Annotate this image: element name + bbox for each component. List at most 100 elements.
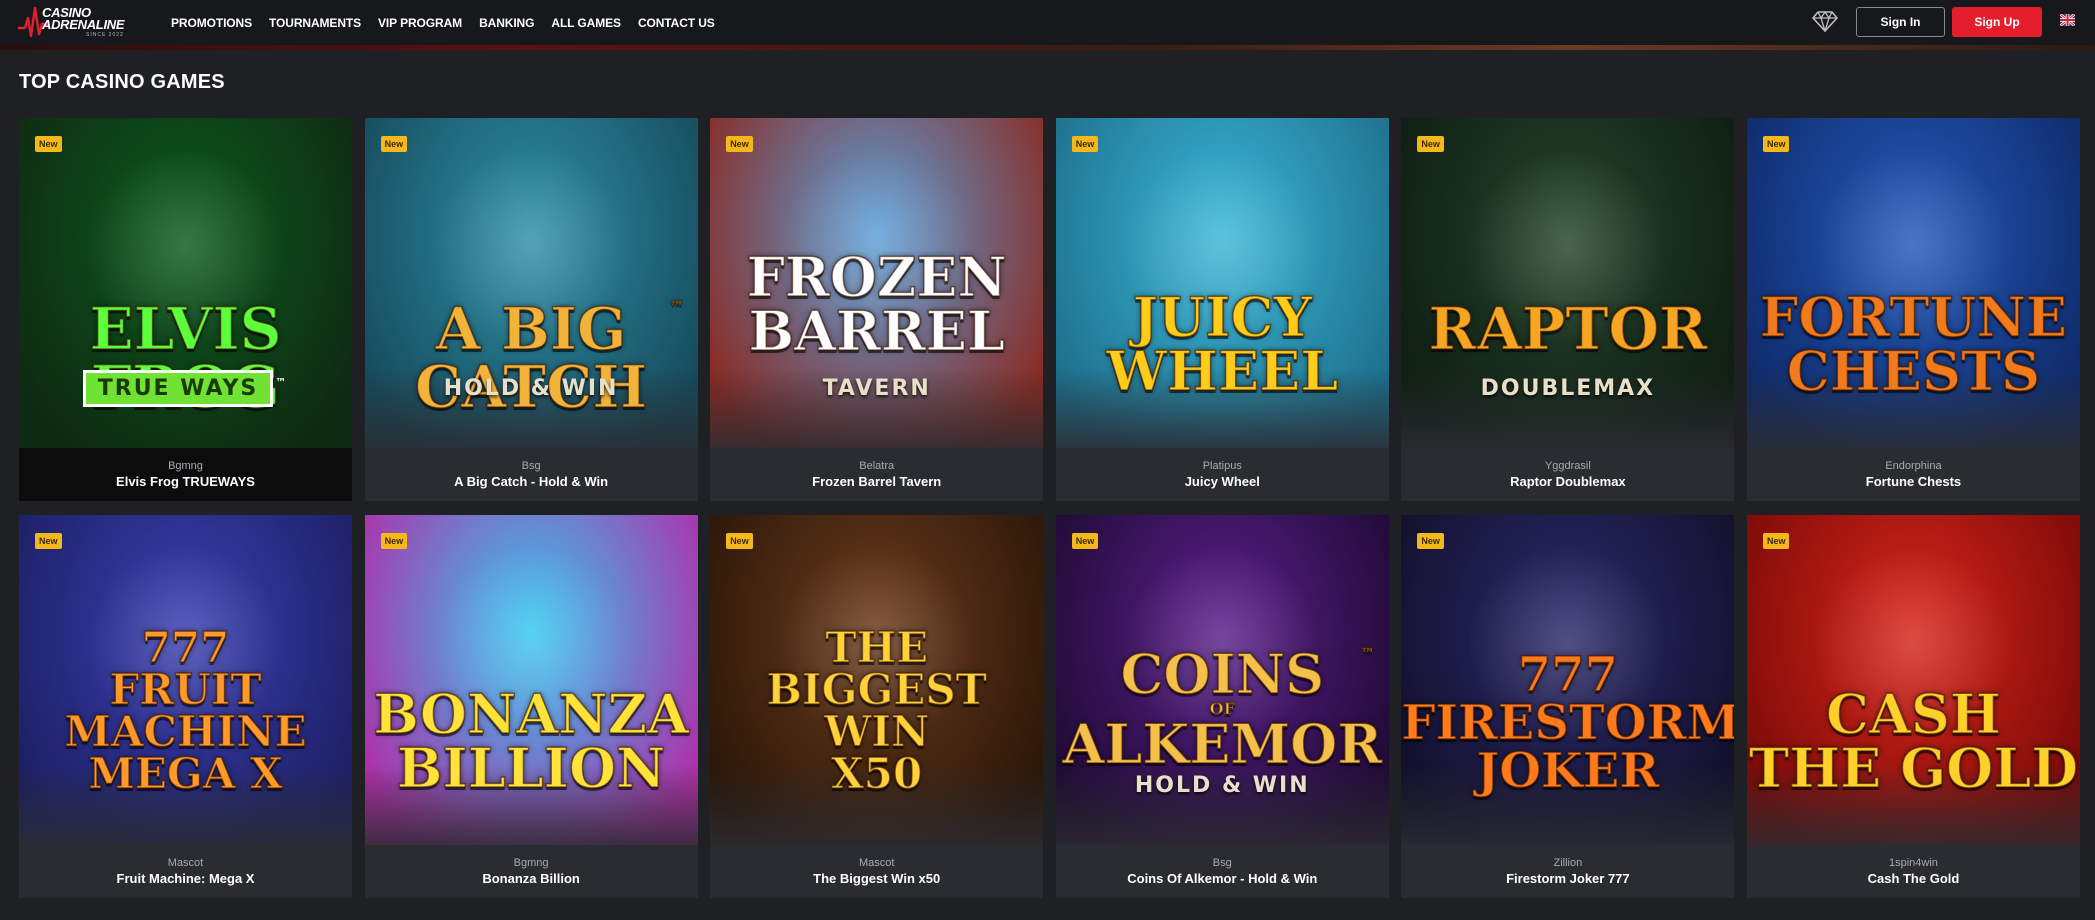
new-badge: New bbox=[1071, 136, 1099, 152]
sign-up-button[interactable]: Sign Up bbox=[1952, 7, 2042, 37]
game-logo-title: FORTUNE CHESTS bbox=[1747, 289, 2080, 399]
game-logo-line: 777 bbox=[1517, 647, 1619, 703]
game-thumbnail[interactable]: A BIG CATCH ™ HOLD & WIN bbox=[364, 118, 698, 448]
game-provider: Bsg bbox=[1212, 857, 1232, 869]
top-header: CASINO ADRENALINE SINCE 2022 PROMOTIONS … bbox=[0, 0, 2095, 45]
game-card-firestorm-joker-777[interactable]: 777 FIRESTORM JOKER New Zillion Firestorm Jok… bbox=[1401, 515, 1735, 898]
trademark-mark: ™ bbox=[669, 299, 685, 315]
logo-text: CASINO ADRENALINE bbox=[42, 5, 125, 32]
game-logo-line: X50 bbox=[830, 749, 923, 798]
game-logo-title: 777 FIRESTORM JOKER bbox=[1401, 647, 1735, 799]
game-logo-line: FRUIT bbox=[109, 665, 263, 714]
game-card-coins-of-alkemor-hold-win[interactable]: COINS OF ALKEMOR ™ HOLD & WIN New Bsg Coins Of … bbox=[1055, 515, 1389, 898]
game-logo-subtitle-text: DOUBLEMAX bbox=[1480, 376, 1656, 401]
game-card-fortune-chests[interactable]: FORTUNE CHESTS New Endorphina Fortune Chests bbox=[1746, 118, 2080, 501]
game-logo-line: MEGA X bbox=[88, 749, 284, 798]
game-thumbnail[interactable]: RAPTOR DOUBLEMAX bbox=[1401, 118, 1735, 448]
game-logo-line: BIGGEST bbox=[766, 665, 988, 714]
game-card-raptor-doublemax[interactable]: RAPTOR DOUBLEMAX New Yggdrasil Raptor Double… bbox=[1401, 118, 1735, 501]
game-name[interactable]: Fruit Machine: Mega X bbox=[19, 871, 352, 886]
nav-banking[interactable]: BANKING bbox=[479, 16, 534, 30]
game-card-frozen-barrel-tavern[interactable]: FROZEN BARREL TAVERN New Belatra Frozen Barre… bbox=[710, 118, 1044, 501]
game-logo-line: MACHINE bbox=[64, 707, 308, 756]
game-name[interactable]: Firestorm Joker 777 bbox=[1401, 871, 1734, 886]
game-name[interactable]: Frozen Barrel Tavern bbox=[710, 474, 1043, 489]
uk-flag-icon[interactable] bbox=[2060, 14, 2075, 26]
game-name[interactable]: The Biggest Win x50 bbox=[710, 871, 1043, 886]
new-badge: New bbox=[380, 136, 408, 152]
game-card-bonanza-billion[interactable]: BONANZA BILLION New Bgmng Bonanza Billion bbox=[364, 515, 698, 898]
game-name[interactable]: Raptor Doublemax bbox=[1401, 474, 1734, 489]
game-card-the-biggest-win-x50[interactable]: THE BIGGEST WIN X50 New Mascot The Biggest Win… bbox=[710, 515, 1044, 898]
game-provider: Zillion bbox=[1553, 857, 1583, 869]
game-thumbnail[interactable]: THE BIGGEST WIN X50 bbox=[710, 515, 1044, 845]
game-provider: Platipus bbox=[1202, 460, 1242, 472]
game-logo-line: JOKER bbox=[1476, 743, 1660, 799]
game-logo-line: FROZEN bbox=[746, 245, 1008, 309]
game-logo-title: 777 FRUIT MACHINE MEGA X bbox=[19, 626, 352, 798]
new-badge: New bbox=[380, 533, 408, 549]
new-badge: New bbox=[726, 136, 753, 152]
game-logo-line: BONANZA bbox=[373, 682, 690, 746]
game-thumbnail[interactable]: BONANZA BILLION bbox=[364, 515, 698, 845]
game-logo-line: BILLION bbox=[396, 736, 666, 800]
game-provider: Belatra bbox=[859, 460, 895, 472]
nav-vip-program[interactable]: VIP PROGRAM bbox=[378, 16, 462, 30]
nav-contact-us[interactable]: CONTACT US bbox=[638, 16, 715, 30]
trademark-mark: ™ bbox=[275, 376, 289, 389]
diamond-icon[interactable] bbox=[1812, 10, 1838, 32]
game-card-juicy-wheel[interactable]: JUICY WHEEL New Platipus Juicy Wheel bbox=[1055, 118, 1389, 501]
game-provider: Mascot bbox=[858, 857, 895, 869]
game-name[interactable]: Juicy Wheel bbox=[1056, 474, 1389, 489]
game-logo-subtitle: TRUE WAYS ™ bbox=[19, 370, 352, 407]
nav-all-games[interactable]: ALL GAMES bbox=[551, 16, 621, 30]
casino-logo[interactable]: CASINO ADRENALINE SINCE 2022 bbox=[18, 4, 138, 42]
game-logo-title: FROZEN BARREL bbox=[710, 245, 1043, 363]
game-logo-title: RAPTOR bbox=[1401, 299, 1734, 359]
nav-tournaments[interactable]: TOURNAMENTS bbox=[269, 16, 361, 30]
new-badge: New bbox=[726, 533, 753, 549]
new-badge: New bbox=[35, 533, 62, 549]
nav-promotions[interactable]: PROMOTIONS bbox=[171, 16, 252, 30]
game-logo-subtitle-text: HOLD & WIN bbox=[1134, 773, 1310, 798]
game-thumbnail[interactable]: FROZEN BARREL TAVERN bbox=[710, 118, 1044, 448]
game-logo-line: ALKEMOR bbox=[1062, 712, 1383, 776]
game-name[interactable]: A Big Catch - Hold & Win bbox=[365, 474, 698, 489]
game-name[interactable]: Bonanza Billion bbox=[365, 871, 698, 886]
games-grid: ELVIS FROGTRUE WAYS™NewBgmngElvis Frog T… bbox=[19, 118, 2080, 898]
new-badge: New bbox=[1417, 533, 1444, 549]
game-thumbnail[interactable]: ELVIS FROGTRUE WAYS™ bbox=[19, 118, 352, 448]
game-thumbnail[interactable]: COINS OF ALKEMOR ™ HOLD & WIN bbox=[1055, 515, 1389, 845]
game-provider: Bgmng bbox=[513, 857, 549, 869]
game-logo-subtitle: HOLD & WIN bbox=[365, 376, 698, 401]
game-card-elvis-frog-trueways[interactable]: ELVIS FROGTRUE WAYS™New Bgmng Elvis Frog T… bbox=[19, 118, 352, 501]
logo-since: SINCE 2022 bbox=[86, 32, 124, 38]
game-logo-subtitle: HOLD & WIN bbox=[1056, 773, 1389, 798]
game-logo-line: WIN bbox=[823, 707, 930, 756]
new-badge: New bbox=[35, 136, 62, 152]
game-logo-subtitle: DOUBLEMAX bbox=[1401, 376, 1734, 401]
game-name[interactable]: Elvis Frog TRUEWAYS bbox=[19, 474, 352, 489]
game-name[interactable]: Coins Of Alkemor - Hold & Win bbox=[1056, 871, 1389, 886]
game-thumbnail[interactable]: FORTUNE CHESTS bbox=[1746, 118, 2080, 448]
game-thumbnail[interactable]: 777 FRUIT MACHINE MEGA X bbox=[19, 515, 352, 845]
game-logo-title: THE BIGGEST WIN X50 bbox=[710, 626, 1043, 798]
game-card-fruit-machine-mega-x[interactable]: 777 FRUIT MACHINE MEGA X New Mascot Fruit Mach… bbox=[19, 515, 352, 898]
game-name[interactable]: Cash The Gold bbox=[1747, 871, 2080, 886]
game-logo-line: COINS bbox=[1120, 642, 1325, 706]
section-title: TOP CASINO GAMES bbox=[19, 71, 225, 93]
game-provider: Bsg bbox=[521, 460, 541, 472]
game-thumbnail[interactable]: CASH THE GOLD bbox=[1746, 515, 2080, 845]
game-card-cash-the-gold[interactable]: CASH THE GOLD New 1spin4win Cash The Gold bbox=[1746, 515, 2080, 898]
game-logo-line: THE GOLD bbox=[1748, 736, 2079, 800]
game-provider: Yggdrasil bbox=[1544, 460, 1591, 472]
game-logo-line: FIRESTORM bbox=[1401, 695, 1735, 751]
trademark-mark: ™ bbox=[1360, 646, 1376, 662]
game-card-a-big-catch-hold-win[interactable]: A BIG CATCH ™ HOLD & WIN New Bsg A Big Catch … bbox=[364, 118, 698, 501]
new-badge: New bbox=[1762, 136, 1790, 152]
game-thumbnail[interactable]: 777 FIRESTORM JOKER bbox=[1401, 515, 1735, 845]
sign-in-button[interactable]: Sign In bbox=[1856, 7, 1945, 37]
game-name[interactable]: Fortune Chests bbox=[1747, 474, 2080, 489]
game-logo-line: BARREL bbox=[748, 299, 1006, 363]
game-thumbnail[interactable]: JUICY WHEEL bbox=[1055, 118, 1389, 448]
